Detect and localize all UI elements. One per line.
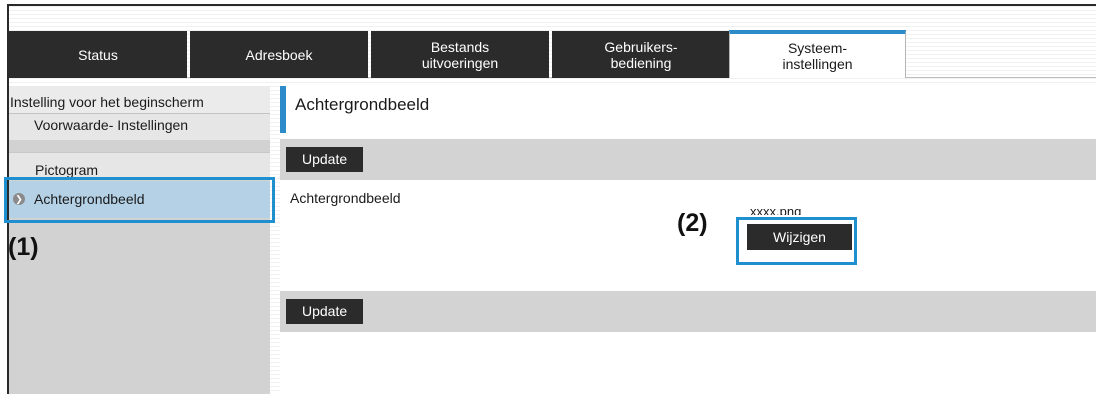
main-content: Achtergrondbeeld Update Achtergrondbeeld… [280, 86, 1096, 394]
tab-label-line2: instellingen [782, 56, 853, 72]
file-name: xxxx.png [750, 204, 802, 215]
tab-adresboek[interactable]: Adresboek [190, 31, 368, 78]
title-bar: Achtergrondbeeld [280, 86, 1096, 133]
callout-label-1: (1) [8, 233, 39, 261]
tab-label-line2: uitvoeringen [421, 54, 499, 71]
sidebar-item-label: Voorwaarde- Instellingen [34, 117, 189, 133]
sidebar: Instelling voor het beginscherm Voorwaar… [9, 86, 270, 394]
chevron-right-icon: ❯ [13, 193, 25, 205]
sidebar-header-label: Instelling voor het beginscherm [10, 94, 204, 110]
sidebar-header[interactable]: Instelling voor het beginscherm [9, 86, 270, 114]
tab-systeeminstellingen[interactable]: Systeem- instellingen [729, 30, 906, 78]
tab-label: Adresboek [245, 46, 313, 63]
sidebar-item-label: Achtergrondbeeld [34, 191, 145, 207]
change-button[interactable]: Wijzigen [747, 224, 852, 250]
tab-label-line1: Systeem- [787, 40, 848, 56]
tab-bar: Status Adresboek Bestands uitvoeringen G… [9, 30, 1096, 78]
tab-status[interactable]: Status [9, 31, 187, 78]
tab-label: Status [78, 46, 118, 63]
page-title: Achtergrondbeeld [295, 95, 430, 114]
sidebar-item-pictogram[interactable]: Pictogram [9, 152, 270, 180]
tab-label-line1: Bestands [430, 38, 490, 55]
field-label-background: Achtergrondbeeld [290, 190, 401, 206]
sidebar-item-label: Pictogram [35, 162, 99, 178]
update-button-top[interactable]: Update [286, 147, 364, 172]
toolbar-bottom: Update [280, 291, 1096, 332]
sidebar-item-achtergrondbeeld[interactable]: ❯ Achtergrondbeeld [9, 181, 270, 218]
tab-bestandsuitvoeringen[interactable]: Bestands uitvoeringen [371, 31, 549, 78]
tab-label-line2: bediening [610, 54, 672, 71]
toolbar-top: Update [280, 139, 1096, 180]
callout-label-2: (2) [677, 209, 708, 237]
tab-gebruikersbediening[interactable]: Gebruikers- bediening [552, 31, 730, 78]
sidebar-item-voorwaarde-instellingen[interactable]: Voorwaarde- Instellingen [9, 114, 270, 140]
tab-label-line1: Gebruikers- [604, 38, 678, 55]
update-button-bottom[interactable]: Update [286, 299, 364, 324]
